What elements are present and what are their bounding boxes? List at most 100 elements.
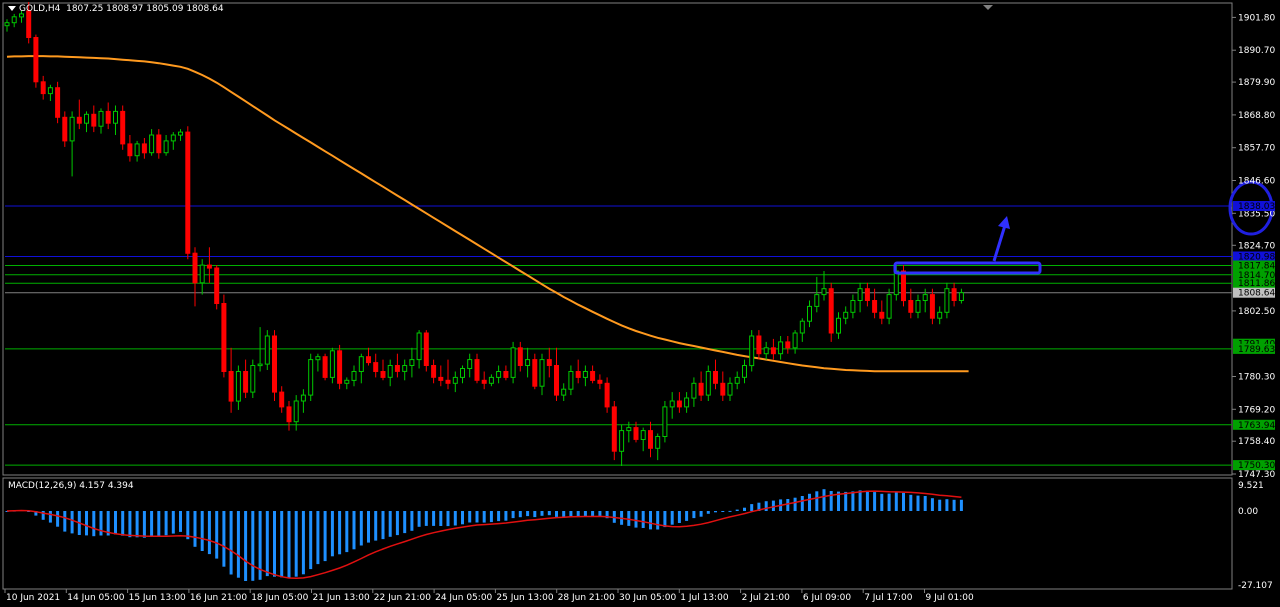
candle[interactable] xyxy=(431,359,437,384)
candle[interactable] xyxy=(286,401,292,431)
candle[interactable] xyxy=(105,102,111,130)
candle[interactable] xyxy=(33,34,39,88)
candle[interactable] xyxy=(604,377,610,413)
candle[interactable] xyxy=(315,353,321,372)
candle[interactable] xyxy=(127,135,133,162)
candle[interactable] xyxy=(648,421,653,458)
candle[interactable] xyxy=(532,353,538,390)
candle[interactable] xyxy=(770,338,776,360)
candle[interactable] xyxy=(698,371,704,402)
candle[interactable] xyxy=(836,312,841,339)
candle[interactable] xyxy=(141,138,147,159)
candle[interactable] xyxy=(55,81,61,124)
candle[interactable] xyxy=(40,75,46,100)
candle[interactable] xyxy=(575,359,581,384)
candle[interactable] xyxy=(300,389,306,413)
candle[interactable] xyxy=(373,353,379,378)
candle[interactable] xyxy=(91,105,97,133)
candle[interactable] xyxy=(228,347,234,413)
candle[interactable] xyxy=(185,126,191,260)
candle[interactable] xyxy=(496,365,502,384)
candle[interactable] xyxy=(235,365,241,410)
candle[interactable] xyxy=(756,330,762,360)
candle[interactable] xyxy=(554,347,559,401)
candle[interactable] xyxy=(727,377,733,401)
candle[interactable] xyxy=(467,353,473,378)
candle[interactable] xyxy=(11,13,17,28)
candle[interactable] xyxy=(149,129,155,156)
candle[interactable] xyxy=(734,371,740,390)
candle[interactable] xyxy=(322,353,328,381)
candle[interactable] xyxy=(951,282,957,307)
candle[interactable] xyxy=(517,341,523,372)
candle[interactable] xyxy=(568,365,574,396)
candle[interactable] xyxy=(214,265,220,310)
candle[interactable] xyxy=(720,371,726,402)
candle[interactable] xyxy=(192,247,198,307)
candle[interactable] xyxy=(611,401,617,461)
trading-chart[interactable]: 1901.80 1890.70 1879.90 1868.80 1857.70 1846.… xyxy=(0,0,1280,607)
candle[interactable] xyxy=(402,359,408,381)
candle[interactable] xyxy=(206,247,212,283)
candle[interactable] xyxy=(807,300,812,328)
candlesticks[interactable] xyxy=(4,2,964,466)
candle[interactable] xyxy=(713,359,718,390)
candle[interactable] xyxy=(120,105,126,150)
arrow-up-icon[interactable] xyxy=(992,221,1008,262)
candle[interactable] xyxy=(329,347,335,384)
candle[interactable] xyxy=(488,374,494,387)
candle[interactable] xyxy=(944,282,950,319)
candle[interactable] xyxy=(394,353,400,378)
highlight-box[interactable] xyxy=(893,261,1042,275)
candle[interactable] xyxy=(828,282,834,342)
candle[interactable] xyxy=(886,288,892,325)
candle[interactable] xyxy=(264,330,270,370)
candle[interactable] xyxy=(170,132,176,150)
candle[interactable] xyxy=(380,359,386,381)
candle[interactable] xyxy=(156,129,162,159)
candle[interactable] xyxy=(691,377,697,407)
candle[interactable] xyxy=(243,359,249,398)
scroll-marker-icon[interactable] xyxy=(983,5,993,10)
candle[interactable] xyxy=(662,401,668,443)
candle[interactable] xyxy=(778,336,784,360)
candle[interactable] xyxy=(337,344,343,390)
candle[interactable] xyxy=(474,353,480,384)
candle[interactable] xyxy=(4,19,10,32)
candle[interactable] xyxy=(47,84,53,101)
candle[interactable] xyxy=(199,259,205,295)
candle[interactable] xyxy=(619,424,625,466)
annotations[interactable] xyxy=(893,180,1274,275)
candle[interactable] xyxy=(178,129,183,141)
candle[interactable] xyxy=(792,330,798,354)
candle[interactable] xyxy=(525,347,531,378)
candle[interactable] xyxy=(387,359,393,387)
candle[interactable] xyxy=(460,365,465,384)
candle[interactable] xyxy=(655,433,661,461)
candle[interactable] xyxy=(163,135,169,156)
candle[interactable] xyxy=(113,105,118,136)
candle[interactable] xyxy=(763,341,769,360)
candle[interactable] xyxy=(546,347,552,378)
candle[interactable] xyxy=(358,353,364,384)
candle[interactable] xyxy=(669,392,675,419)
candle[interactable] xyxy=(308,353,314,401)
candle[interactable] xyxy=(640,427,646,452)
candle[interactable] xyxy=(785,336,791,354)
candle[interactable] xyxy=(582,365,588,387)
candle[interactable] xyxy=(742,359,747,384)
candle[interactable] xyxy=(705,365,711,402)
candle[interactable] xyxy=(69,111,75,177)
candle[interactable] xyxy=(134,140,140,162)
candle[interactable] xyxy=(481,371,487,390)
candle[interactable] xyxy=(62,111,68,147)
candle[interactable] xyxy=(901,265,906,307)
candle[interactable] xyxy=(221,294,227,378)
candle[interactable] xyxy=(366,347,371,366)
candle[interactable] xyxy=(749,330,755,372)
candle[interactable] xyxy=(814,276,820,313)
dropdown-icon[interactable] xyxy=(8,6,16,11)
candle[interactable] xyxy=(857,282,863,313)
candle[interactable] xyxy=(351,365,357,387)
candle[interactable] xyxy=(98,108,104,134)
